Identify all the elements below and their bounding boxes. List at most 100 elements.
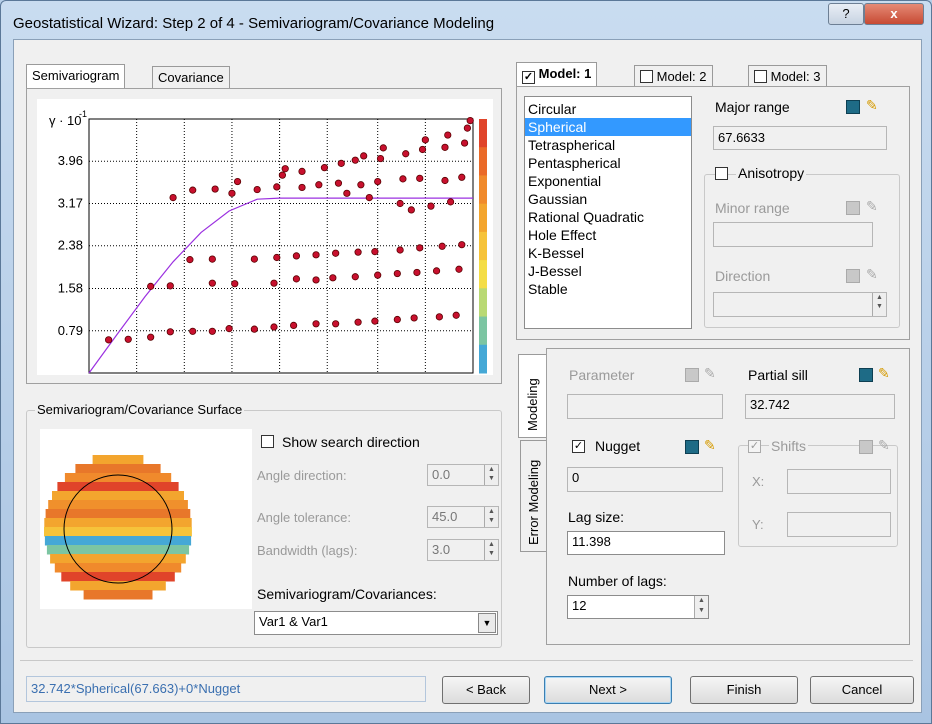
pencil-icon[interactable]: ✎	[866, 267, 880, 281]
calculator-icon[interactable]	[846, 269, 860, 283]
help-button[interactable]: ?	[828, 3, 864, 25]
chevron-down-icon[interactable]: ▼	[478, 613, 496, 633]
close-button[interactable]: x	[864, 3, 924, 25]
model-item-k-bessel[interactable]: K-Bessel	[525, 244, 691, 262]
data-point	[273, 183, 281, 191]
data-point	[418, 145, 427, 154]
model-list[interactable]: Circular Spherical Tetraspherical Pentas…	[524, 96, 692, 329]
surface-cell-row	[83, 590, 153, 600]
shift-x-label: X:	[752, 474, 765, 489]
next-button[interactable]: Next >	[544, 676, 672, 704]
angle-direction-spinner[interactable]: ▲ ▼	[484, 465, 498, 485]
data-point	[427, 202, 435, 210]
y-tick-label: 0.79	[58, 323, 83, 338]
calculator-icon[interactable]	[846, 100, 860, 114]
data-point	[441, 176, 449, 185]
tab-model-2[interactable]: Model: 2	[634, 65, 713, 87]
data-point	[169, 194, 177, 202]
calculator-icon[interactable]	[859, 368, 873, 382]
number-of-lags-spinner[interactable]: ▲ ▼	[694, 596, 708, 618]
number-of-lags-input[interactable]: 12 ▲ ▼	[567, 595, 709, 619]
direction-input[interactable]: ▲ ▼	[713, 292, 887, 317]
model-item-gaussian[interactable]: Gaussian	[525, 190, 691, 208]
lag-size-value: 11.398	[572, 534, 611, 549]
calculator-icon[interactable]	[846, 201, 860, 215]
model-item-exponential[interactable]: Exponential	[525, 172, 691, 190]
model-item-circular[interactable]: Circular	[525, 100, 691, 118]
button-label: Cancel	[841, 682, 883, 697]
tab-modeling[interactable]: Modeling	[518, 354, 546, 438]
data-point	[298, 167, 306, 176]
angle-tolerance-value: 45.0	[432, 509, 458, 524]
data-point	[281, 165, 289, 173]
model-3-checkbox[interactable]	[754, 70, 767, 83]
model-item-hole-effect[interactable]: Hole Effect	[525, 226, 691, 244]
data-point	[231, 280, 239, 288]
pencil-icon[interactable]: ✎	[704, 366, 718, 380]
semivariogram-covariances-select[interactable]: Var1 & Var1 ▼	[254, 611, 498, 635]
calculator-icon[interactable]	[685, 368, 699, 382]
model-item-stable[interactable]: Stable	[525, 280, 691, 298]
data-point	[343, 189, 351, 197]
data-point	[446, 198, 455, 206]
pencil-icon[interactable]: ✎	[866, 199, 880, 213]
tab-label: Covariance	[158, 70, 224, 85]
model-1-checkbox[interactable]: ✓	[522, 71, 535, 84]
tab-error-modeling[interactable]: Error Modeling	[520, 440, 546, 552]
minor-range-input[interactable]	[713, 222, 873, 247]
back-button[interactable]: < Back	[442, 676, 530, 704]
data-point	[124, 335, 132, 343]
model-item-rational-quadratic[interactable]: Rational Quadratic	[525, 208, 691, 226]
x-tick-label: 0.85	[315, 381, 340, 383]
pencil-icon[interactable]: ✎	[878, 366, 892, 380]
surface-cell-row	[61, 572, 175, 582]
model-item-tetraspherical[interactable]: Tetraspherical	[525, 136, 691, 154]
data-point	[444, 131, 452, 139]
calculator-icon[interactable]	[859, 440, 873, 454]
calculator-icon[interactable]	[685, 440, 699, 454]
data-point	[273, 253, 281, 262]
pencil-icon[interactable]: ✎	[704, 438, 718, 452]
shifts-checkbox[interactable]: ✓	[748, 440, 761, 453]
data-point	[441, 143, 449, 151]
tab-covariance[interactable]: Covariance	[152, 66, 230, 88]
tab-semivariogram[interactable]: Semivariogram	[26, 64, 126, 89]
bandwidth-spinner[interactable]: ▲ ▼	[484, 540, 498, 560]
direction-spinner[interactable]: ▲ ▼	[872, 293, 886, 316]
data-point	[332, 249, 340, 257]
finish-button[interactable]: Finish	[690, 676, 798, 704]
nugget-input[interactable]: 0	[567, 467, 723, 492]
lag-size-input[interactable]: 11.398	[567, 531, 725, 555]
data-point	[166, 328, 174, 336]
colorbar-segment	[479, 119, 487, 148]
angle-tolerance-spinner[interactable]: ▲ ▼	[484, 507, 498, 527]
tab-label: Model: 1	[538, 66, 592, 81]
model-2-checkbox[interactable]	[640, 70, 653, 83]
surface-cell-row	[48, 500, 188, 510]
pencil-icon[interactable]: ✎	[866, 98, 880, 112]
model-item-spherical[interactable]: Spherical	[525, 118, 691, 136]
model-item-j-bessel[interactable]: J-Bessel	[525, 262, 691, 280]
pencil-icon[interactable]: ✎	[878, 438, 892, 452]
nugget-checkbox[interactable]: ✓	[572, 440, 585, 453]
partial-sill-input[interactable]: 32.742	[745, 394, 895, 419]
colorbar-segment	[479, 147, 487, 176]
anisotropy-checkbox[interactable]	[715, 167, 728, 180]
tab-model-1[interactable]: ✓ Model: 1	[516, 62, 598, 87]
show-search-checkbox[interactable]	[261, 435, 274, 448]
major-range-input[interactable]: 67.6633	[713, 126, 887, 150]
angle-tolerance-input[interactable]: 45.0 ▲ ▼	[427, 506, 499, 528]
bandwidth-input[interactable]: 3.0 ▲ ▼	[427, 539, 499, 561]
surface-cell-row	[44, 536, 192, 546]
data-point	[233, 177, 242, 186]
shift-y-input[interactable]	[787, 512, 891, 537]
angle-direction-input[interactable]: 0.0 ▲ ▼	[427, 464, 499, 486]
cancel-button[interactable]: Cancel	[810, 676, 914, 704]
surface-cell-row	[92, 455, 144, 465]
parameter-input[interactable]	[567, 394, 723, 419]
tab-model-3[interactable]: Model: 3	[748, 65, 827, 87]
model-item-pentaspherical[interactable]: Pentaspherical	[525, 154, 691, 172]
shift-x-input[interactable]	[787, 469, 891, 494]
surface-cell-row	[44, 518, 192, 528]
data-point	[351, 156, 359, 164]
